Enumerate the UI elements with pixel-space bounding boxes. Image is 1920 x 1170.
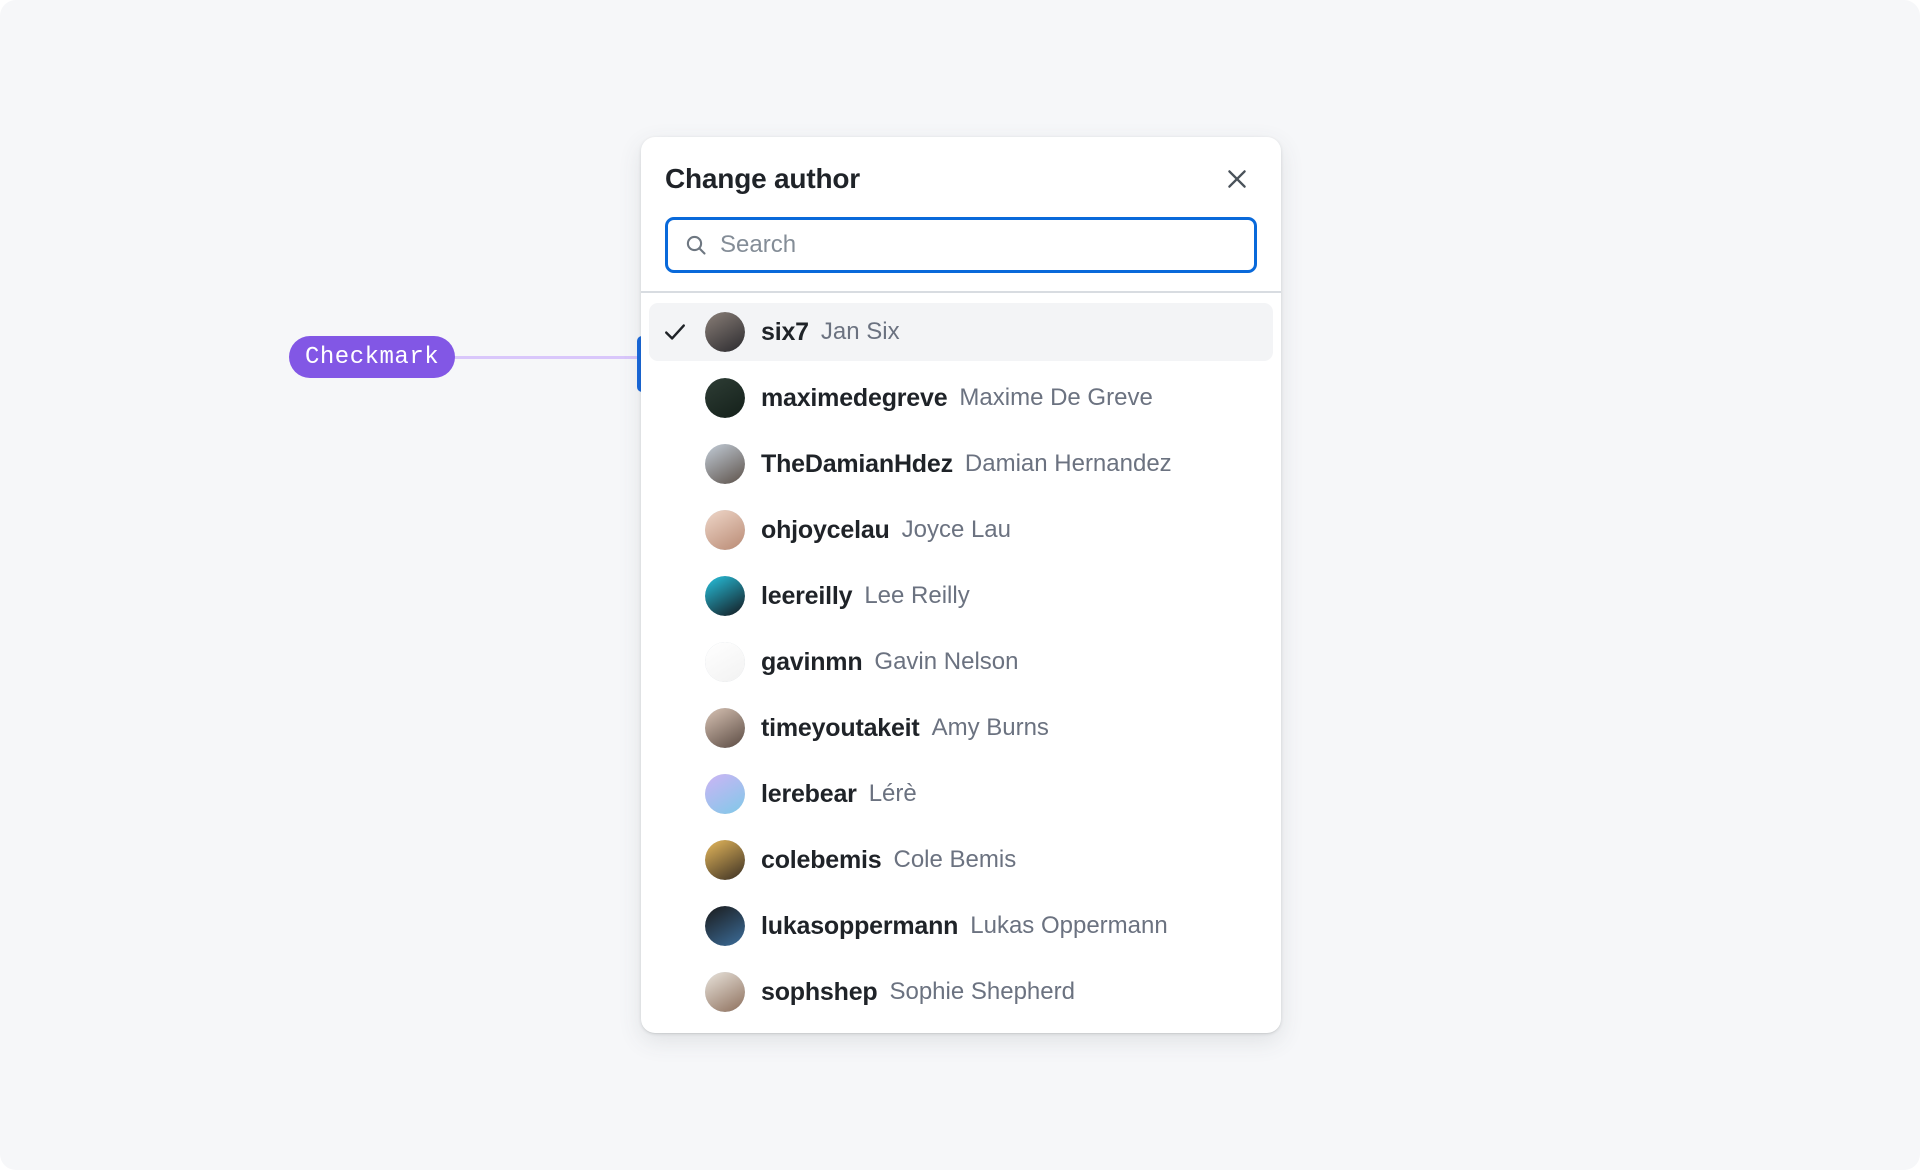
author-fullname: Jan Six — [820, 318, 900, 345]
author-row[interactable]: lukasoppermann Lukas Oppermann — [649, 897, 1273, 955]
avatar — [705, 972, 745, 1012]
app-canvas: Checkmark Change author Search six7 Jan … — [0, 0, 1920, 1170]
check-icon — [661, 318, 705, 346]
search-box[interactable] — [665, 217, 1257, 273]
author-login: TheDamianHdez — [761, 449, 953, 478]
author-list[interactable]: six7 Jan Six maximedegreve Maxime De Greve T… — [641, 293, 1281, 1033]
avatar — [705, 312, 745, 352]
avatar — [705, 444, 745, 484]
author-row[interactable]: leereilly Lee Reilly — [649, 567, 1273, 625]
author-login: lerebear — [761, 779, 857, 808]
annotation-label-checkmark: Checkmark — [289, 336, 456, 378]
avatar — [705, 774, 745, 814]
author-row[interactable]: timeyoutakeit Amy Burns — [649, 699, 1273, 757]
avatar — [705, 576, 745, 616]
author-fullname: Maxime De Greve — [959, 384, 1153, 411]
author-row[interactable]: sophshep Sophie Shepherd — [649, 963, 1273, 1021]
avatar — [705, 510, 745, 550]
avatar — [705, 708, 745, 748]
author-row[interactable]: gavinmn Gavin Nelson — [649, 633, 1273, 691]
author-login: maximedegreve — [761, 383, 948, 412]
author-fullname: Lee Reilly — [864, 582, 970, 609]
close-button[interactable] — [1217, 159, 1257, 199]
author-login: colebemis — [761, 845, 882, 874]
change-author-dialog: Change author Search six7 Jan Six maxime… — [641, 137, 1281, 1033]
avatar — [705, 840, 745, 880]
author-row[interactable]: six7 Jan Six — [649, 303, 1273, 361]
author-fullname: Joyce Lau — [901, 516, 1011, 543]
author-login: lukasoppermann — [761, 911, 959, 940]
search-icon — [684, 233, 708, 257]
annotation-connector-line — [445, 356, 667, 359]
close-icon — [1224, 166, 1250, 192]
avatar — [705, 378, 745, 418]
author-login: six7 — [761, 317, 809, 346]
author-login: sophshep — [761, 977, 878, 1006]
author-row[interactable]: maximedegreve Maxime De Greve — [649, 369, 1273, 427]
author-fullname: Lérè — [868, 780, 917, 807]
author-row[interactable]: TheDamianHdez Damian Hernandez — [649, 435, 1273, 493]
author-fullname: Lukas Oppermann — [970, 912, 1168, 939]
author-row[interactable]: lerebear Lérè — [649, 765, 1273, 823]
author-fullname: Gavin Nelson — [874, 648, 1019, 675]
search-area — [641, 209, 1281, 291]
author-login: gavinmn — [761, 647, 863, 676]
author-fullname: Amy Burns — [931, 714, 1049, 741]
dialog-title: Change author — [665, 163, 860, 194]
author-login: leereilly — [761, 581, 853, 610]
search-input[interactable] — [720, 231, 1238, 259]
author-login: ohjoycelau — [761, 515, 890, 544]
author-row[interactable]: colebemis Cole Bemis — [649, 831, 1273, 889]
author-row[interactable]: ohjoycelau Joyce Lau — [649, 501, 1273, 559]
avatar — [705, 642, 745, 682]
author-login: timeyoutakeit — [761, 713, 920, 742]
author-fullname: Damian Hernandez — [964, 450, 1172, 477]
avatar — [705, 906, 745, 946]
author-fullname: Cole Bemis — [893, 846, 1017, 873]
author-fullname: Sophie Shepherd — [889, 978, 1075, 1005]
dialog-header: Change author — [641, 137, 1281, 209]
